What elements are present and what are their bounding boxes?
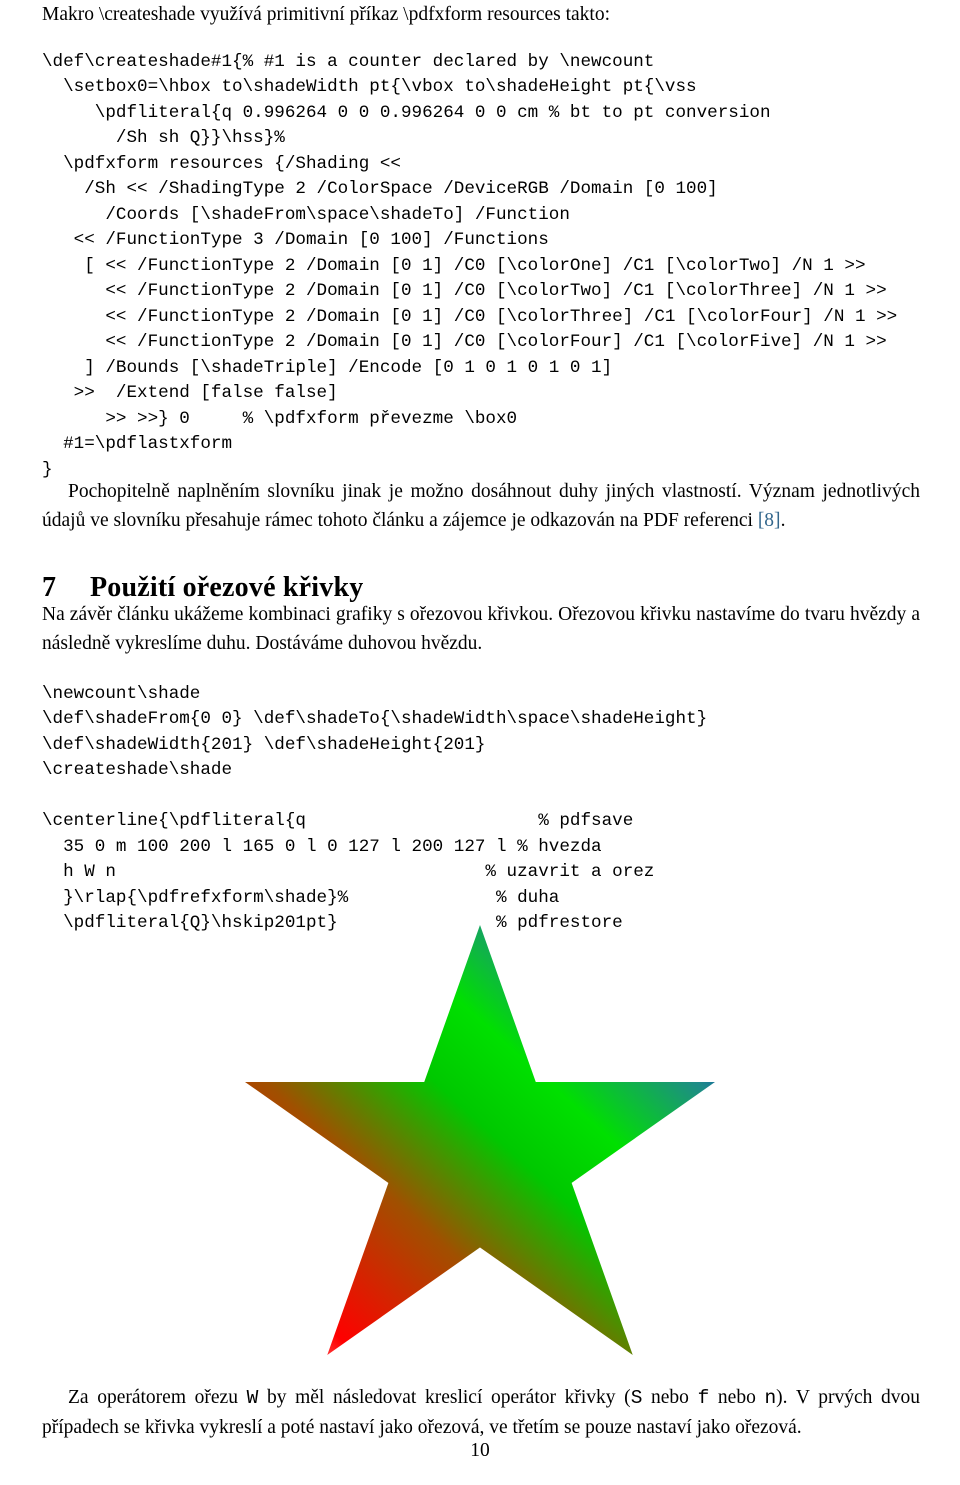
- section-intro-paragraph: Na závěr článku ukážeme kombinaci grafik…: [42, 600, 920, 658]
- code-line: ] /Bounds [\shadeTriple] /Encode [0 1 0 …: [42, 357, 613, 378]
- dictionary-paragraph: Pochopitelně naplněním slovníku jinak je…: [42, 477, 920, 535]
- inline-code: n: [764, 1387, 777, 1409]
- inline-text: by měl následovat kreslicí operátor křiv…: [258, 1387, 631, 1408]
- dictionary-paragraph-tail: .: [780, 510, 786, 531]
- star-svg: [245, 925, 715, 1355]
- intro-sentence: Makro \createshade využívá primitivní př…: [42, 4, 611, 25]
- code-line: \pdfxform resources {/Shading <<: [42, 153, 401, 174]
- code-line: \newcount\shade: [42, 683, 201, 704]
- inline-code: S: [630, 1387, 643, 1409]
- code-line: \centerline{\pdfliteral{q % pdfsave: [42, 811, 634, 832]
- code-line: \def\shadeWidth{201} \def\shadeHeight{20…: [42, 734, 486, 755]
- code-line: 35 0 m 100 200 l 165 0 l 0 127 l 200 127…: [42, 836, 602, 857]
- inline-text: nebo: [709, 1387, 765, 1408]
- code-line: >> >>} 0 % \pdfxform převezme \box0: [42, 408, 518, 429]
- code-line: h W n % uzavrit a orez: [42, 862, 655, 883]
- code-line: /Sh << /ShadingType 2 /ColorSpace /Devic…: [42, 179, 718, 200]
- document-page: Makro \createshade využívá primitivní př…: [0, 0, 960, 1485]
- code-line: }\rlap{\pdfrefxform\shade}% % duha: [42, 887, 560, 908]
- inline-text: Za operátorem ořezu: [68, 1387, 247, 1408]
- inline-text: nebo: [642, 1387, 698, 1408]
- page-number: 10: [470, 1440, 490, 1461]
- code-line: << /FunctionType 3 /Domain [0 100] /Func…: [42, 230, 549, 251]
- star-code-listing: \newcount\shade \def\shadeFrom{0 0} \def\…: [42, 682, 707, 937]
- code-line: /Coords [\shadeFrom\space\shadeTo] /Func…: [42, 204, 570, 225]
- code-line: \createshade\shade: [42, 760, 233, 781]
- code-line: \def\shadeFrom{0 0} \def\shadeTo{\shadeW…: [42, 709, 708, 730]
- code-line: \setbox0=\hbox to\shadeWidth pt{\vbox to…: [42, 77, 697, 98]
- section-title: Použití ořezové křivky: [90, 572, 364, 604]
- rainbow-star-figure: [245, 925, 715, 1355]
- code-line: \pdfliteral{q 0.996264 0 0 0.996264 0 0 …: [42, 102, 771, 123]
- bibliography-reference-8[interactable]: [8]: [758, 510, 781, 531]
- code-line: #1=\pdflastxform: [42, 434, 233, 455]
- dictionary-paragraph-text: Pochopitelně naplněním slovníku jinak je…: [42, 481, 920, 531]
- code-line: \def\createshade#1{% #1 is a counter dec…: [42, 51, 655, 72]
- inline-code: f: [697, 1387, 710, 1409]
- code-line: [ << /FunctionType 2 /Domain [0 1] /C0 […: [42, 255, 866, 276]
- code-line: /Sh sh Q}}\hss}%: [42, 128, 285, 149]
- code-line: << /FunctionType 2 /Domain [0 1] /C0 [\c…: [42, 281, 887, 302]
- code-line: << /FunctionType 2 /Domain [0 1] /C0 [\c…: [42, 306, 898, 327]
- clip-operator-text: Za operátorem ořezu W by měl následovat …: [42, 1387, 920, 1438]
- section-intro-text: Na závěr článku ukážeme kombinaci grafik…: [42, 604, 920, 654]
- code-line: << /FunctionType 2 /Domain [0 1] /C0 [\c…: [42, 332, 887, 353]
- inline-code: W: [246, 1387, 259, 1409]
- code-line: >> /Extend [false false]: [42, 383, 338, 404]
- star-polygon: [245, 925, 715, 1355]
- clip-operator-paragraph: Za operátorem ořezu W by měl následovat …: [42, 1383, 920, 1442]
- createshade-code-listing: \def\createshade#1{% #1 is a counter dec…: [42, 50, 897, 484]
